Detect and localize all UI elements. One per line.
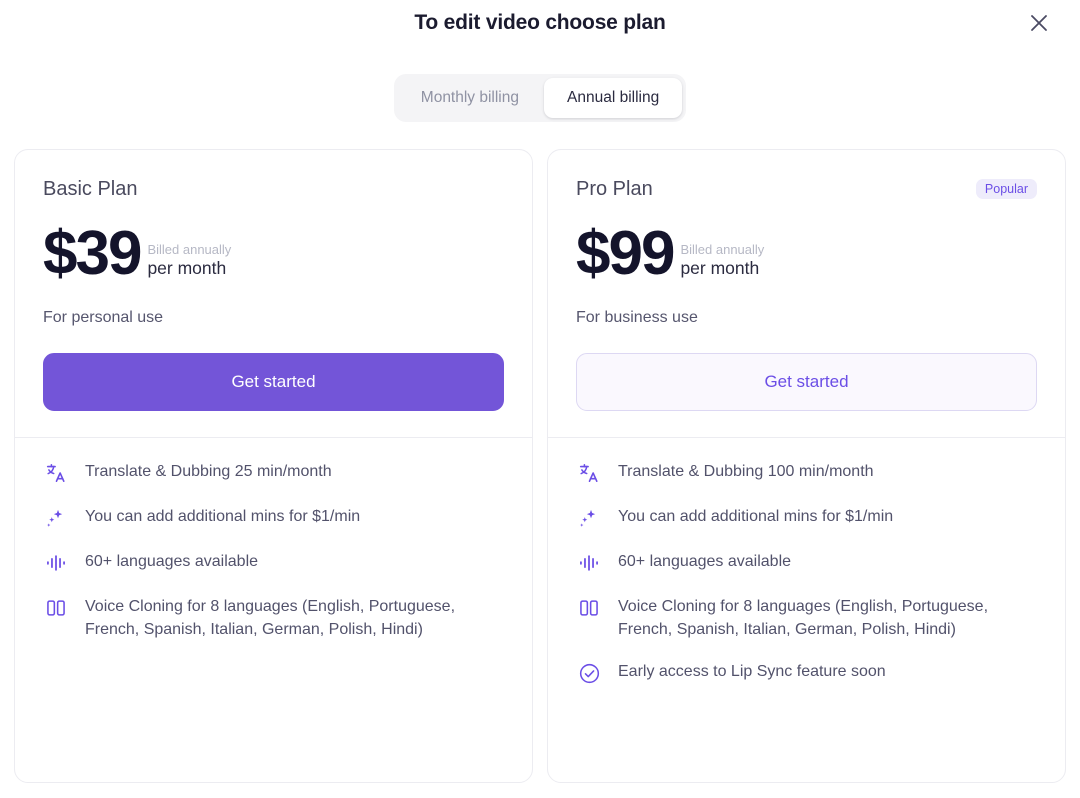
billing-option-annual[interactable]: Annual billing [544,78,682,118]
plan-card-basic: Basic Plan $39 Billed annually per month… [14,149,533,783]
price-period-pro: per month [680,258,764,280]
feature-item: Voice Cloning for 8 languages (English, … [576,595,1037,641]
billing-option-monthly[interactable]: Monthly billing [398,78,542,118]
plan-header-basic: Basic Plan $39 Billed annually per month… [15,150,532,437]
price-billed-note-pro: Billed annually [680,242,764,258]
feature-list-basic: Translate & Dubbing 25 min/month You can… [15,438,532,641]
voice-cloning-icon [43,595,69,621]
translate-icon [43,460,69,486]
waveform-icon [576,550,602,576]
close-icon [1027,11,1051,35]
billing-toggle[interactable]: Monthly billing Annual billing [394,74,686,122]
feature-text: You can add additional mins for $1/min [618,505,893,529]
feature-item: 60+ languages available [576,550,1037,576]
feature-item: Translate & Dubbing 100 min/month [576,460,1037,486]
feature-text: Translate & Dubbing 100 min/month [618,460,874,484]
price-amount-basic: $39 [43,225,140,282]
price-row-pro: $99 Billed annually per month [576,220,1037,282]
get-started-button-pro[interactable]: Get started [576,353,1037,411]
close-button[interactable] [1022,6,1056,40]
feature-item: You can add additional mins for $1/min [576,505,1037,531]
page-title: To edit video choose plan [414,11,665,35]
plan-header-pro: Pro Plan Popular $99 Billed annually per… [548,150,1065,437]
price-meta-basic: Billed annually per month [147,242,231,282]
price-row-basic: $39 Billed annually per month [43,220,504,282]
feature-item: 60+ languages available [43,550,504,576]
feature-text: Voice Cloning for 8 languages (English, … [85,595,504,641]
feature-text: Translate & Dubbing 25 min/month [85,460,332,484]
price-meta-pro: Billed annually per month [680,242,764,282]
plan-name-pro: Pro Plan [576,178,653,201]
price-amount-pro: $99 [576,225,673,282]
feature-item: Voice Cloning for 8 languages (English, … [43,595,504,641]
sparkles-icon [576,505,602,531]
feature-text: Early access to Lip Sync feature soon [618,660,886,684]
feature-item: You can add additional mins for $1/min [43,505,504,531]
price-billed-note-basic: Billed annually [147,242,231,258]
plan-name-basic: Basic Plan [43,178,138,201]
plans-container: Basic Plan $39 Billed annually per month… [0,149,1080,783]
translate-icon [576,460,602,486]
billing-toggle-wrapper: Monthly billing Annual billing [0,74,1080,122]
feature-text: 60+ languages available [618,550,791,574]
price-period-basic: per month [147,258,231,280]
plan-title-row-basic: Basic Plan [43,176,504,202]
modal-header: To edit video choose plan [0,0,1080,46]
feature-item: Translate & Dubbing 25 min/month [43,460,504,486]
get-started-button-basic[interactable]: Get started [43,353,504,411]
sparkles-icon [43,505,69,531]
check-circle-icon [576,660,602,686]
waveform-icon [43,550,69,576]
feature-item: Early access to Lip Sync feature soon [576,660,1037,686]
voice-cloning-icon [576,595,602,621]
plan-title-row-pro: Pro Plan Popular [576,176,1037,202]
plan-description-basic: For personal use [43,309,504,327]
feature-text: Voice Cloning for 8 languages (English, … [618,595,1037,641]
status-badge-popular: Popular [976,179,1037,200]
feature-text: 60+ languages available [85,550,258,574]
plan-card-pro: Pro Plan Popular $99 Billed annually per… [547,149,1066,783]
plan-description-pro: For business use [576,309,1037,327]
pricing-modal: To edit video choose plan Monthly billin… [0,0,1080,798]
feature-text: You can add additional mins for $1/min [85,505,360,529]
feature-list-pro: Translate & Dubbing 100 min/month You ca… [548,438,1065,686]
